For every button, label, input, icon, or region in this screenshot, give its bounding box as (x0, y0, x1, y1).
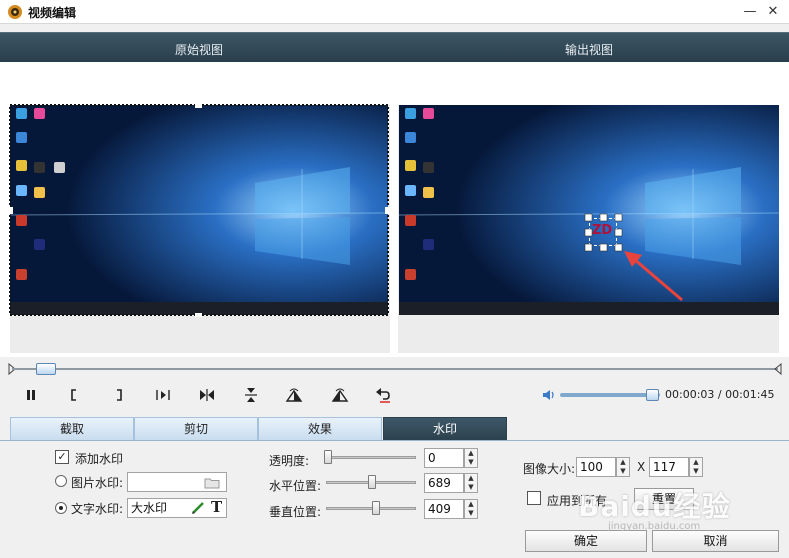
watermark-resize-handles[interactable] (583, 212, 625, 254)
flip-vertical-icon[interactable] (241, 385, 261, 405)
vertical-position-field[interactable]: 409 (424, 499, 464, 519)
preview-area: ZD (0, 62, 789, 357)
add-watermark-checkbox[interactable]: ✓ (55, 450, 69, 464)
opacity-value-field[interactable]: 0 (424, 448, 464, 468)
desktop-icon (405, 132, 416, 143)
timeline-handle[interactable] (36, 363, 56, 375)
horizontal-position-spinner[interactable]: ▲ ▼ (464, 473, 478, 493)
edit-tabs: 截取 剪切 效果 水印 (10, 417, 789, 441)
folder-icon[interactable] (204, 476, 220, 489)
ok-button[interactable]: 确定 (525, 530, 647, 552)
taskbar (399, 302, 779, 315)
output-view-label: 输出视图 (565, 43, 614, 57)
apply-to-all-checkbox[interactable] (527, 491, 541, 505)
add-watermark-label: 添加水印 (75, 452, 124, 466)
view-header: 原始视图 输出视图 (0, 32, 789, 62)
baidu-watermark-url: jingyan.baidu.com (608, 521, 701, 532)
vertical-position-slider[interactable] (326, 507, 416, 510)
desktop-icon (405, 269, 416, 280)
horizontal-position-label: 水平位置: (269, 479, 322, 493)
image-watermark-label: 图片水印: (71, 476, 124, 490)
vertical-position-label: 垂直位置: (269, 505, 322, 519)
step-frame-icon[interactable] (153, 385, 173, 405)
text-watermark-label: 文字水印: (71, 502, 124, 516)
tab-crop[interactable]: 截取 (10, 417, 134, 441)
tab-effects[interactable]: 效果 (258, 417, 382, 441)
image-width-field[interactable]: 100 (576, 457, 616, 477)
image-size-label: 图像大小: (523, 462, 576, 476)
minimize-button[interactable]: — (740, 2, 760, 22)
desktop-icon (423, 162, 434, 173)
undo-icon[interactable] (373, 385, 393, 405)
rotate-left-icon[interactable] (284, 385, 304, 405)
tab-cut[interactable]: 剪切 (134, 417, 258, 441)
original-view-label: 原始视图 (175, 43, 224, 57)
pen-icon[interactable] (190, 500, 206, 516)
opacity-spinner[interactable]: ▲ ▼ (464, 448, 478, 468)
desktop-icon (405, 108, 416, 119)
pause-icon[interactable] (21, 385, 41, 405)
timeline-end-marker (774, 362, 782, 376)
image-watermark-radio[interactable] (55, 475, 67, 487)
desktop-icon (423, 187, 434, 198)
baidu-watermark: Baidu经验 (578, 490, 731, 523)
playback-controls: 00:00:03 / 00:01:45 (0, 381, 789, 409)
volume-slider[interactable] (560, 393, 660, 397)
vertical-position-knob[interactable] (372, 501, 380, 515)
close-button[interactable]: ✕ (763, 2, 783, 22)
desktop-icon (405, 185, 416, 196)
desktop-icon (405, 215, 416, 226)
desktop-wallpaper (399, 105, 779, 315)
selection-border (9, 104, 390, 317)
size-separator: X (637, 460, 646, 474)
volume-icon[interactable] (542, 388, 556, 402)
font-icon[interactable]: T (211, 498, 222, 516)
time-display: 00:00:03 / 00:01:45 (665, 388, 775, 401)
cancel-button[interactable]: 取消 (652, 530, 779, 552)
desktop-icon (423, 239, 434, 250)
opacity-label: 透明度: (269, 454, 310, 468)
timeline-slider[interactable] (8, 362, 782, 376)
volume-slider-knob[interactable] (646, 389, 659, 401)
mark-in-icon[interactable] (64, 385, 84, 405)
desktop-icon (423, 108, 434, 119)
horizontal-position-knob[interactable] (368, 475, 376, 489)
rotate-right-icon[interactable] (330, 385, 350, 405)
text-watermark-radio[interactable] (55, 502, 67, 514)
vertical-position-spinner[interactable]: ▲ ▼ (464, 499, 478, 519)
image-height-spinner[interactable]: ▲ ▼ (689, 457, 703, 477)
split-icon[interactable] (197, 385, 217, 405)
output-video-frame[interactable] (399, 105, 779, 315)
horizontal-position-field[interactable]: 689 (424, 473, 464, 493)
opacity-slider-knob[interactable] (324, 450, 332, 464)
timeline-track[interactable] (12, 368, 778, 370)
image-height-field[interactable]: 117 (649, 457, 689, 477)
title-bar: 视频编辑 — ✕ (0, 0, 789, 24)
opacity-slider[interactable] (326, 456, 416, 459)
mark-out-icon[interactable] (109, 385, 129, 405)
tab-watermark[interactable]: 水印 (383, 417, 507, 441)
desktop-icon (405, 160, 416, 171)
window-title: 视频编辑 (28, 6, 77, 20)
image-width-spinner[interactable]: ▲ ▼ (616, 457, 630, 477)
app-icon (8, 5, 22, 19)
